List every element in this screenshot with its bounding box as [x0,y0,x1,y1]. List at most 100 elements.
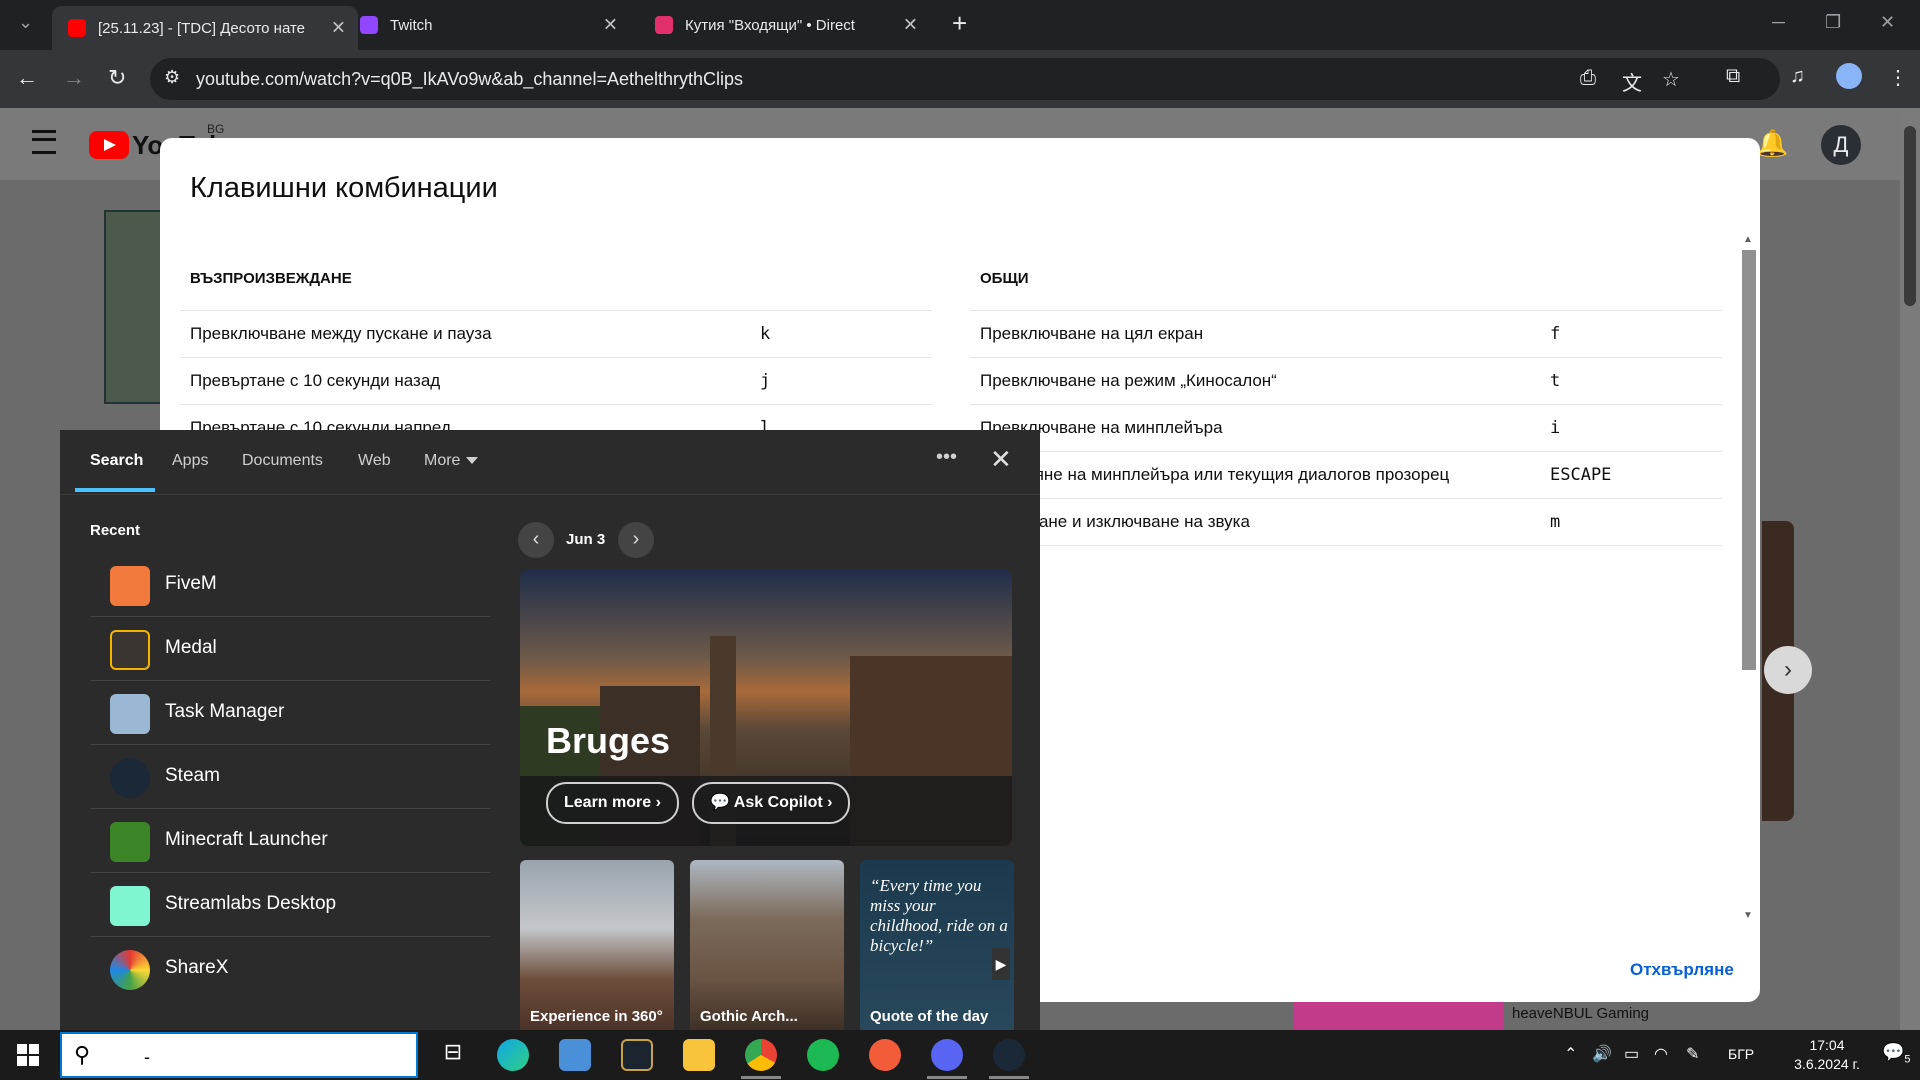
card-caption: Gothic Arch... [700,1008,798,1025]
wifi-icon[interactable]: ◠ [1654,1044,1668,1064]
shortcut-row: Превключване между пускане и пауза k [180,311,932,358]
recent-app-fivem[interactable]: FiveM [90,552,490,617]
taskbar-search-box[interactable]: ⚲ [60,1032,418,1078]
tab-web[interactable]: Web [358,452,391,470]
site-info-icon[interactable]: ⚙ [164,67,180,88]
scroll-up-icon[interactable]: ▲ [1743,234,1753,245]
app-name: ShareX [165,957,229,978]
cards-next-icon[interactable]: ▶ [992,948,1010,980]
scrollbar-thumb[interactable] [1904,126,1916,306]
volume-icon[interactable]: 🔊 [1592,1044,1612,1064]
hamburger-menu-icon[interactable] [32,130,56,154]
show-hidden-icons-icon[interactable]: ⌃ [1564,1044,1577,1064]
recent-app-steam[interactable]: Steam [90,744,490,809]
youtube-logo-icon[interactable] [89,131,129,159]
streamlabs-icon [110,886,150,926]
close-window-icon[interactable]: ✕ [1880,12,1895,33]
dialog-scrollbar[interactable]: ▲ ▼ [1742,234,1756,924]
shortcut-key: j [760,371,771,391]
shortcut-row: Превключване на режим „Киносалон“ t [970,358,1722,405]
gothic-arch-card[interactable]: Gothic Arch... [690,860,844,1030]
shortcut-label: Превъртане с 10 секунди назад [190,371,441,390]
profile-avatar[interactable] [1836,63,1862,89]
close-tab-icon[interactable]: ✕ [603,15,618,36]
battery-icon[interactable]: ▭ [1624,1044,1639,1064]
recent-app-streamlabs[interactable]: Streamlabs Desktop [90,872,490,937]
address-bar[interactable]: ⚙ youtube.com/watch?v=q0B_IkAVo9w&ab_cha… [150,58,1780,100]
tab-search-icon[interactable]: ⌄ [18,12,33,33]
dismiss-button[interactable]: Отхвърляне [1630,960,1734,980]
new-tab-button[interactable]: + [952,8,967,39]
shortcut-row: Превъртане с 10 секунди назад j [180,358,932,405]
ask-copilot-button[interactable]: 💬 Ask Copilot › [692,782,851,824]
task-view-icon[interactable]: ⊟ [437,1039,469,1071]
shortcut-row: Затваряне на минплейъра или текущия диал… [970,452,1722,499]
restore-icon[interactable]: ❐ [1825,12,1841,33]
recent-app-medal[interactable]: Medal [90,616,490,681]
chrome-icon[interactable] [745,1039,777,1071]
discord-icon[interactable] [931,1039,963,1071]
close-tab-icon[interactable]: ✕ [903,15,918,36]
video-player-thumbnail[interactable] [104,210,168,404]
highlight-date: Jun 3 [566,531,606,548]
start-windows-icon[interactable] [17,1044,39,1066]
quote-of-the-day-card[interactable]: “Every time you miss your childhood, rid… [860,860,1014,1030]
tab-documents[interactable]: Documents [242,452,323,470]
next-day-icon[interactable]: › [618,522,654,558]
tab-instagram[interactable]: Кутия "Входящи" • Direct ✕ [655,8,930,42]
recent-app-minecraft-launcher[interactable]: Minecraft Launcher [90,808,490,873]
close-tab-icon[interactable]: ✕ [331,18,346,39]
tab-search[interactable]: Search [90,452,143,470]
account-avatar[interactable]: Д [1821,125,1861,165]
widgets-icon[interactable] [559,1039,591,1071]
spotify-icon[interactable] [807,1039,839,1071]
learn-more-button[interactable]: Learn more › [546,782,679,824]
experience-360-card[interactable]: Experience in 360° [520,860,674,1030]
tab-youtube[interactable]: [25.11.23] - [TDC] Десото нате ✕ [52,6,358,50]
search-input[interactable] [142,1044,396,1070]
tab-apps[interactable]: Apps [172,452,208,470]
page-scrollbar[interactable] [1900,108,1920,1030]
translate-icon[interactable]: 文 [1622,67,1642,96]
extensions-icon[interactable]: ⧉ [1726,65,1740,88]
steam-taskbar-icon[interactable] [993,1039,1025,1071]
recent-app-task-manager[interactable]: Task Manager [90,680,490,745]
back-icon[interactable]: ← [16,65,38,91]
bookmark-star-icon[interactable]: ☆ [1662,67,1680,92]
recent-app-sharex[interactable]: ShareX [90,936,490,1000]
edge-icon[interactable] [497,1039,529,1071]
start-logo-pane [29,1056,39,1066]
more-options-icon[interactable]: ••• [936,446,957,469]
pen-icon[interactable]: ✎ [1686,1044,1699,1064]
close-icon[interactable]: ✕ [990,444,1012,475]
media-controls-icon[interactable]: ♫ [1790,65,1805,88]
channel-name[interactable]: heaveNBUL Gaming [1512,1005,1649,1022]
playback-section: ВЪЗПРОИЗВЕЖДАНЕ Превключване между пуска… [180,266,932,452]
start-logo-pane [17,1044,27,1054]
shortcut-key: m [1550,512,1561,532]
notifications-bell-icon[interactable]: 🔔 [1756,128,1788,159]
app-name: Medal [165,637,217,658]
url-text: youtube.com/watch?v=q0B_IkAVo9w&ab_chann… [196,69,744,89]
notification-center-icon[interactable]: 💬5 [1882,1042,1911,1066]
tab-more[interactable]: More [424,452,479,470]
wps-office-icon[interactable] [869,1039,901,1071]
scrollbar-thumb[interactable] [1742,250,1756,670]
forward-icon[interactable]: → [63,65,85,91]
reload-icon[interactable]: ↻ [108,65,126,91]
shortcut-label: Превключване между пускане и пауза [190,324,492,343]
install-app-icon[interactable]: ⎙ [1580,67,1596,90]
medal-icon [110,630,150,670]
tab-twitch[interactable]: Twitch ✕ [360,8,630,42]
system-clock[interactable]: 17:04 3.6.2024 г. [1782,1036,1872,1074]
file-explorer-icon[interactable] [683,1039,715,1071]
minimize-icon[interactable]: ─ [1772,12,1785,33]
tab-title: Twitch [390,16,433,34]
prev-day-icon[interactable]: ‹ [518,522,554,558]
input-language[interactable]: БГР [1728,1046,1754,1062]
menu-kebab-icon[interactable]: ⋮ [1888,65,1908,90]
league-of-legends-icon[interactable] [621,1039,653,1071]
carousel-next-icon[interactable]: › [1764,646,1812,694]
bruges-hero-card[interactable]: Bruges Learn more › 💬 Ask Copilot › [520,570,1012,846]
scroll-down-icon[interactable]: ▼ [1743,910,1753,921]
